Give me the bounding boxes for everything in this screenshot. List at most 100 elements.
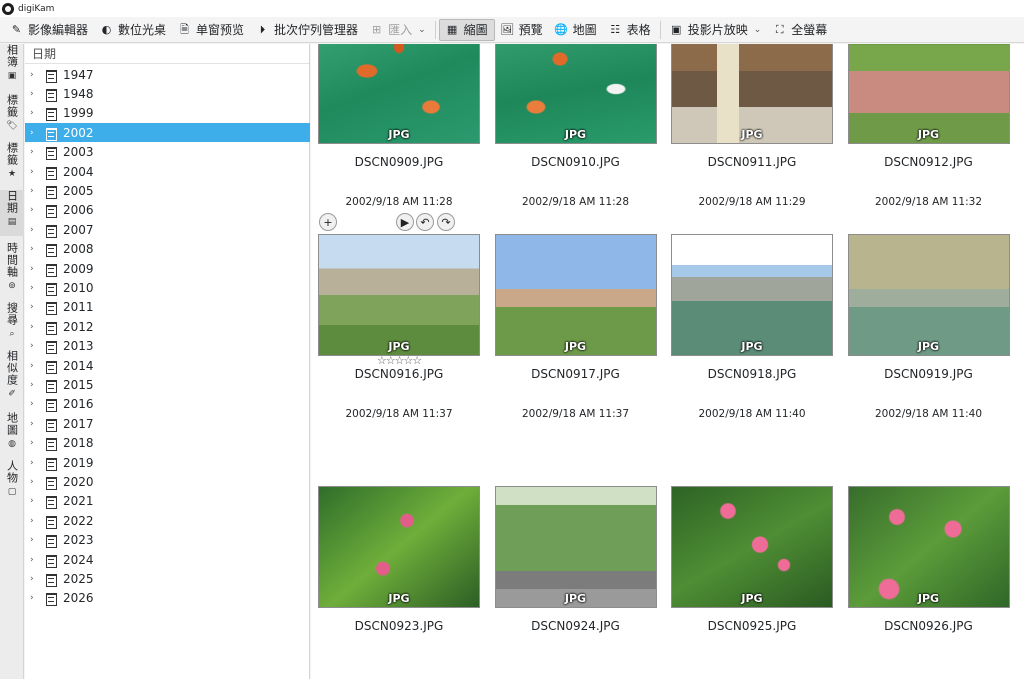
tab-albums[interactable]: 相簿 ▣ (0, 44, 24, 90)
expand-arrow-icon[interactable]: › (30, 108, 42, 118)
expand-arrow-icon[interactable]: › (30, 147, 42, 157)
chevron-down-icon[interactable]: ⌄ (754, 25, 762, 35)
rating-stars[interactable]: ☆☆☆☆☆ (311, 354, 487, 367)
slideshow-button[interactable]: ▣ 投影片放映 ⌄ (664, 19, 768, 41)
expand-arrow-icon[interactable]: › (30, 361, 42, 371)
add-to-selection-button[interactable]: + (319, 213, 337, 231)
tree-year-2009[interactable]: › 2009 (25, 259, 310, 278)
expand-arrow-icon[interactable]: › (30, 244, 42, 254)
thumbnail-image[interactable]: JPG (494, 44, 657, 144)
expand-arrow-icon[interactable]: › (30, 322, 42, 332)
tree-year-2016[interactable]: › 2016 (25, 395, 310, 414)
expand-arrow-icon[interactable]: › (30, 419, 42, 429)
rotate-left-button[interactable]: ↶ (416, 213, 434, 231)
tree-year-2020[interactable]: › 2020 (25, 472, 310, 491)
batch-queue-button[interactable]: ⏵ 批次佇列管理器 (250, 19, 364, 41)
tree-year-2002[interactable]: › 2002 (25, 123, 310, 143)
import-button[interactable]: ⊞ 匯入 ⌄ (364, 19, 432, 41)
tree-year-2013[interactable]: › 2013 (25, 337, 310, 356)
tab-tags[interactable]: 標籤 🏷 (0, 94, 24, 132)
expand-arrow-icon[interactable]: › (30, 186, 42, 196)
expand-arrow-icon[interactable]: › (30, 70, 42, 80)
expand-arrow-icon[interactable]: › (30, 593, 42, 603)
thumbnail-image[interactable]: JPG (671, 234, 833, 356)
tree-year-2015[interactable]: › 2015 (25, 375, 310, 394)
tree-year-2004[interactable]: › 2004 (25, 162, 310, 181)
calendar-icon (45, 437, 57, 452)
thumbnail-image[interactable]: JPG (847, 234, 1010, 356)
expand-arrow-icon[interactable]: › (30, 555, 42, 565)
tree-year-1947[interactable]: › 1947 (25, 65, 310, 84)
tree-year-2019[interactable]: › 2019 (25, 453, 310, 472)
tab-map[interactable]: 地圖 ◍ (0, 412, 24, 452)
thumbnail-image[interactable]: JPG (318, 486, 480, 608)
tree-year-2022[interactable]: › 2022 (25, 511, 310, 530)
tab-labels[interactable]: 標籤 ★ (0, 142, 24, 184)
expand-arrow-icon[interactable]: › (30, 438, 42, 448)
expand-arrow-icon[interactable]: › (30, 496, 42, 506)
tree-year-2011[interactable]: › 2011 (25, 298, 310, 317)
image-editor-button[interactable]: ✎ 影像編輯器 (4, 19, 94, 41)
expand-arrow-icon[interactable]: › (30, 574, 42, 584)
expand-arrow-icon[interactable]: › (30, 302, 42, 312)
light-table-button[interactable]: ◐ 數位光桌 (94, 19, 172, 41)
table-view-button[interactable]: ☷ 表格 (603, 19, 657, 41)
map-view-button[interactable]: 🌐 地圖 (549, 19, 603, 41)
grid-scrollbar[interactable] (1020, 44, 1024, 679)
thumbnail-image[interactable]: JPG (847, 486, 1010, 608)
tree-year-2006[interactable]: › 2006 (25, 201, 310, 220)
tab-similarity[interactable]: 相似度 ✐ (0, 350, 24, 406)
tree-year-2018[interactable]: › 2018 (25, 434, 310, 453)
expand-arrow-icon[interactable]: › (30, 535, 42, 545)
tree-year-2014[interactable]: › 2014 (25, 356, 310, 375)
expand-arrow-icon[interactable]: › (30, 167, 42, 177)
tree-year-2023[interactable]: › 2023 (25, 531, 310, 550)
expand-arrow-icon[interactable]: › (30, 477, 42, 487)
tree-year-2005[interactable]: › 2005 (25, 181, 310, 200)
thumbnail-filename: DSCN0909.JPG (354, 155, 444, 169)
tree-year-2008[interactable]: › 2008 (25, 240, 310, 259)
rotate-right-button[interactable]: ↷ (437, 213, 455, 231)
expand-arrow-icon[interactable]: › (30, 128, 42, 138)
expand-arrow-icon[interactable]: › (30, 205, 42, 215)
tree-year-1999[interactable]: › 1999 (25, 104, 310, 123)
thumbnail-image[interactable]: JPG (494, 234, 657, 356)
thumbnail-image[interactable]: JPG (318, 44, 480, 144)
tab-people[interactable]: 人物 ▢ (0, 460, 24, 502)
chevron-down-icon[interactable]: ⌄ (418, 25, 426, 35)
preview-view-button[interactable]: 🖼 預覽 (495, 19, 549, 41)
expand-arrow-icon[interactable]: › (30, 283, 42, 293)
expand-arrow-icon[interactable]: › (30, 89, 42, 99)
thumbnail-image[interactable]: JPG (318, 234, 480, 356)
tree-year-2026[interactable]: › 2026 (25, 589, 310, 608)
thumbnails-view-button[interactable]: ▦ 縮圖 (438, 18, 495, 41)
tree-year-1948[interactable]: › 1948 (25, 84, 310, 103)
thumbnail-image[interactable]: JPG (847, 44, 1010, 144)
expand-arrow-icon[interactable]: › (30, 399, 42, 409)
expand-arrow-icon[interactable]: › (30, 341, 42, 351)
expand-arrow-icon[interactable]: › (30, 380, 42, 390)
tree-year-2007[interactable]: › 2007 (25, 220, 310, 239)
tree-year-2024[interactable]: › 2024 (25, 550, 310, 569)
fullscreen-button[interactable]: ⛶ 全螢幕 (767, 19, 833, 41)
tree-year-2021[interactable]: › 2021 (25, 492, 310, 511)
single-preview-button[interactable]: 🗎 单窗预览 (172, 19, 250, 41)
thumbnail-image[interactable]: JPG (671, 486, 833, 608)
expand-arrow-icon[interactable]: › (30, 516, 42, 526)
tree-year-2025[interactable]: › 2025 (25, 569, 310, 588)
tree-year-2010[interactable]: › 2010 (25, 278, 310, 297)
expand-arrow-icon[interactable]: › (30, 458, 42, 468)
tree-year-2012[interactable]: › 2012 (25, 317, 310, 336)
tab-search[interactable]: 搜尋 ⌕ (0, 302, 24, 342)
expand-arrow-icon[interactable]: › (30, 225, 42, 235)
tree-year-2003[interactable]: › 2003 (25, 143, 310, 162)
left-sidebar-tabs: 相簿 ▣ 標籤 🏷 標籤 ★ 日期 ▤ 時間軸 ⊚ 搜尋 ⌕ 相似度 ✐ 地圖 … (0, 44, 24, 679)
tab-timeline[interactable]: 時間軸 ⊚ (0, 242, 24, 292)
tree-year-2017[interactable]: › 2017 (25, 414, 310, 433)
thumbnail-image[interactable]: JPG (671, 44, 833, 144)
thumbnail-image[interactable]: JPG (494, 486, 657, 608)
tab-dates[interactable]: 日期 ▤ (0, 190, 24, 236)
rotate-right-icon: ↷ (441, 215, 451, 229)
play-button[interactable]: ▶ (396, 213, 414, 231)
expand-arrow-icon[interactable]: › (30, 264, 42, 274)
